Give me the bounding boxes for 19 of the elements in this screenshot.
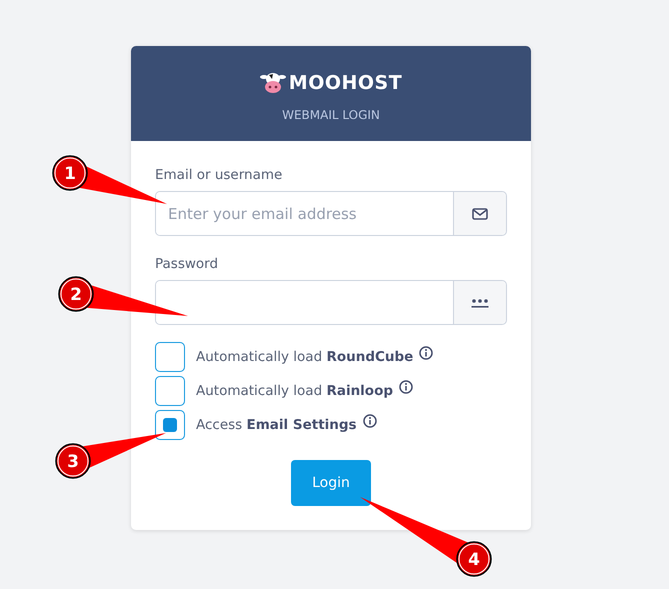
password-dots-icon bbox=[471, 296, 489, 308]
page-subtitle: WEBMAIL LOGIN bbox=[282, 108, 380, 122]
brand-logo: MOOHOST bbox=[288, 72, 402, 94]
password-field[interactable] bbox=[155, 280, 507, 325]
info-icon[interactable] bbox=[419, 346, 434, 360]
option-label: Access Email Settings bbox=[196, 417, 357, 433]
login-button[interactable]: Login bbox=[291, 460, 371, 506]
checkbox[interactable] bbox=[155, 410, 185, 440]
cow-logo-icon bbox=[260, 72, 286, 94]
option-label: Automatically load Rainloop bbox=[196, 383, 394, 399]
field-label: Password bbox=[155, 256, 220, 272]
info-icon[interactable] bbox=[362, 414, 377, 428]
checkbox[interactable] bbox=[155, 342, 185, 372]
option-label: Automatically load RoundCube bbox=[196, 349, 414, 365]
info-icon[interactable] bbox=[399, 380, 414, 394]
email-field[interactable]: Enter your email address bbox=[155, 191, 507, 236]
envelope-icon bbox=[472, 208, 488, 220]
checkbox[interactable] bbox=[155, 376, 185, 406]
field-label: Email or username bbox=[155, 167, 284, 183]
